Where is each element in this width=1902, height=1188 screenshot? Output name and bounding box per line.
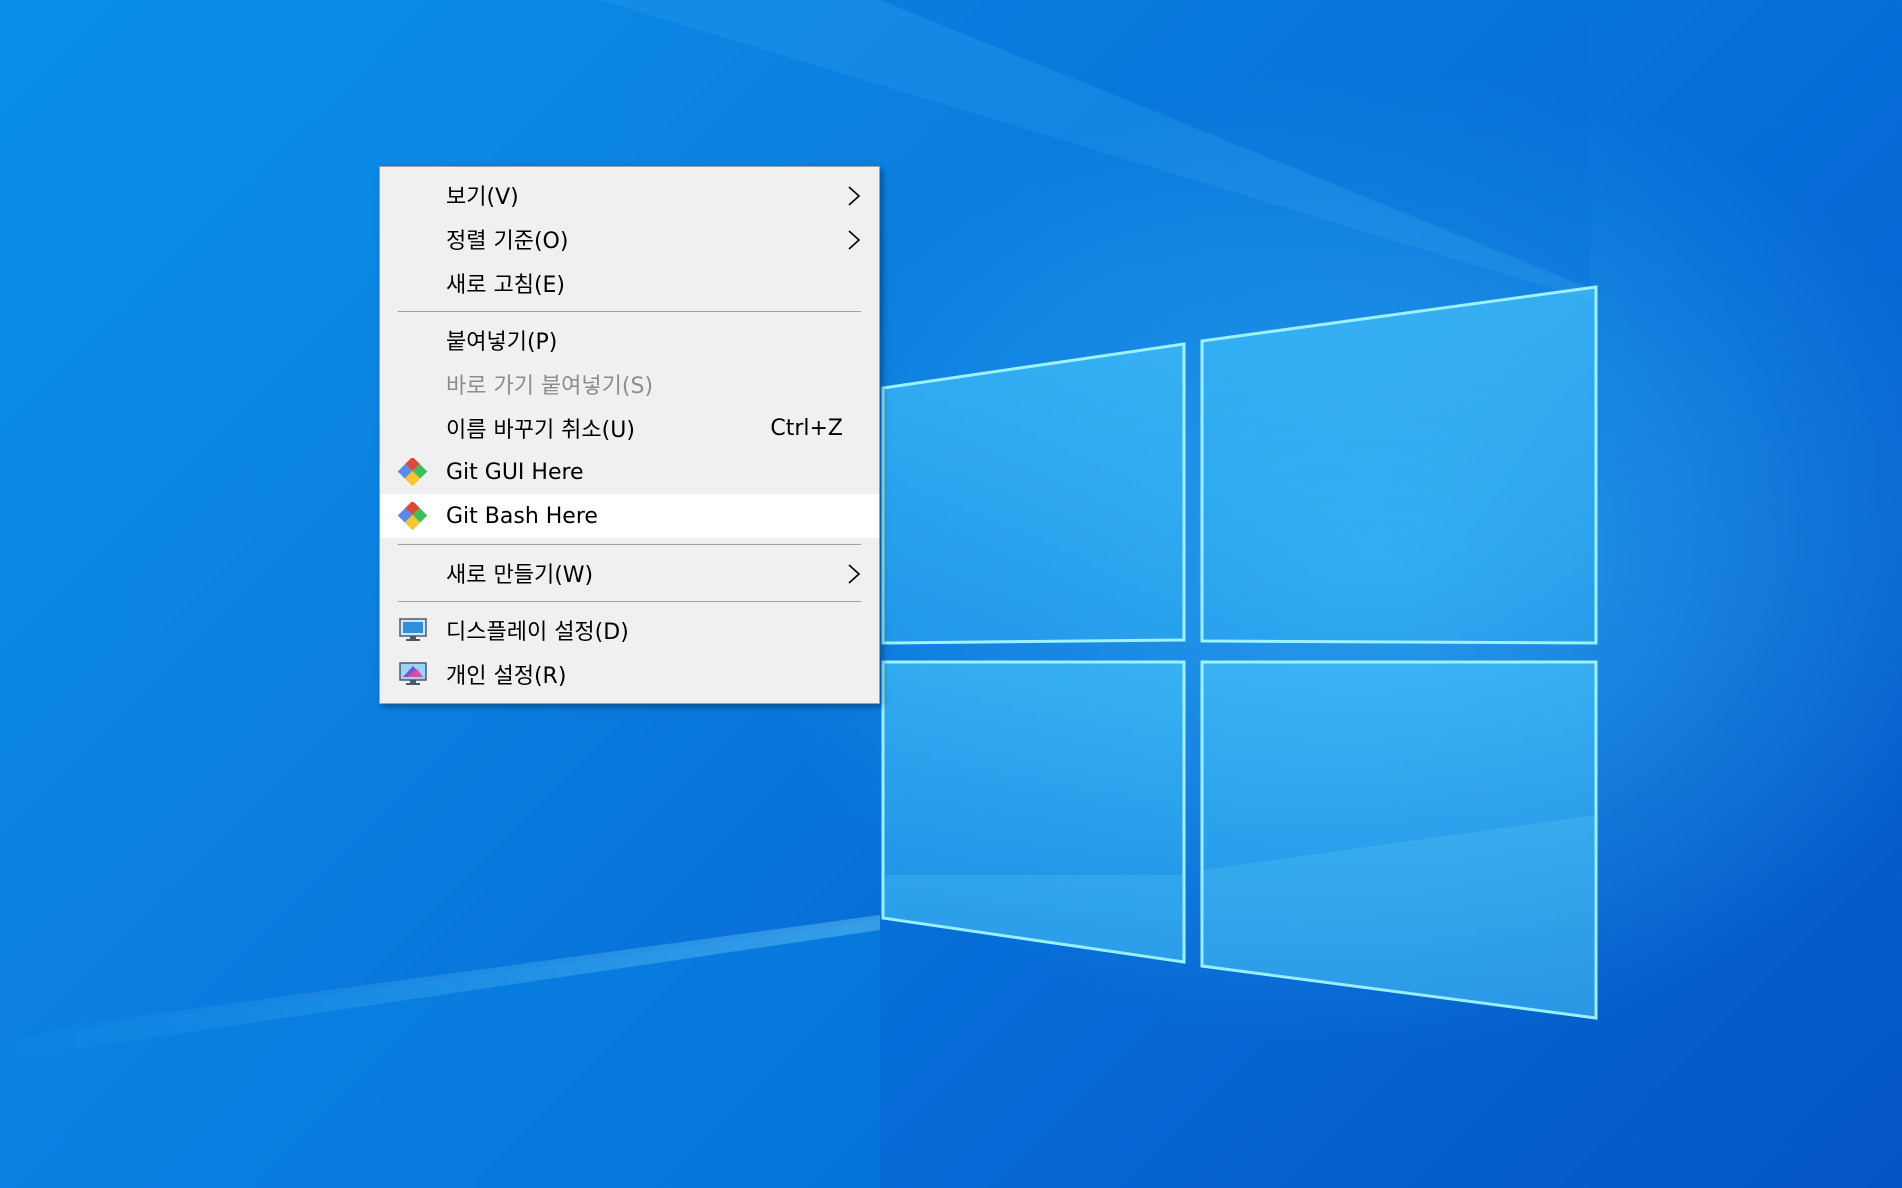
menu-item-label: 새로 고침(E) (446, 273, 566, 298)
menu-item-personalize[interactable]: 개인 설정(R) (380, 652, 879, 696)
menu-item-label: 붙여넣기(P) (446, 330, 558, 355)
desktop-background[interactable]: 보기(V) 정렬 기준(O) 새로 고침(E) 붙여넣기(P) 바로 가기 붙여… (0, 0, 1902, 1188)
git-gui-icon (397, 458, 428, 486)
windows-logo-wallpaper (0, 0, 1598, 1188)
menu-item-shortcut: Ctrl+Z (770, 415, 843, 441)
menu-separator (398, 544, 861, 545)
menu-item-display-settings[interactable]: 디스플레이 설정(D) (380, 608, 879, 652)
menu-separator (398, 311, 861, 312)
menu-item-refresh[interactable]: 새로 고침(E) (380, 261, 879, 305)
display-settings-icon (399, 618, 427, 641)
menu-separator (398, 601, 861, 602)
menu-item-paste-shortcut: 바로 가기 붙여넣기(S) (380, 362, 879, 406)
menu-item-view[interactable]: 보기(V) (380, 173, 879, 217)
chevron-right-icon (848, 186, 861, 206)
chevron-right-icon (848, 564, 861, 584)
git-bash-icon (397, 502, 428, 530)
desktop-context-menu: 보기(V) 정렬 기준(O) 새로 고침(E) 붙여넣기(P) 바로 가기 붙여… (379, 166, 880, 704)
personalize-icon (399, 662, 427, 685)
menu-item-undo-rename[interactable]: 이름 바꾸기 취소(U) Ctrl+Z (380, 406, 879, 450)
menu-item-label: 보기(V) (446, 185, 519, 210)
menu-item-paste[interactable]: 붙여넣기(P) (380, 318, 879, 362)
menu-item-label: 디스플레이 설정(D) (446, 620, 629, 645)
menu-item-sort-by[interactable]: 정렬 기준(O) (380, 217, 879, 261)
menu-item-label: 개인 설정(R) (446, 664, 567, 689)
menu-item-label: 정렬 기준(O) (446, 229, 569, 254)
menu-item-label: 바로 가기 붙여넣기(S) (446, 374, 654, 399)
menu-item-git-gui-here[interactable]: Git GUI Here (380, 450, 879, 494)
menu-item-label: 이름 바꾸기 취소(U) (446, 418, 635, 443)
menu-item-label: Git Bash Here (446, 503, 598, 529)
menu-item-new[interactable]: 새로 만들기(W) (380, 551, 879, 595)
menu-item-git-bash-here[interactable]: Git Bash Here (380, 494, 879, 538)
chevron-right-icon (848, 230, 861, 250)
menu-item-label: 새로 만들기(W) (446, 563, 594, 588)
menu-item-label: Git GUI Here (446, 459, 584, 485)
